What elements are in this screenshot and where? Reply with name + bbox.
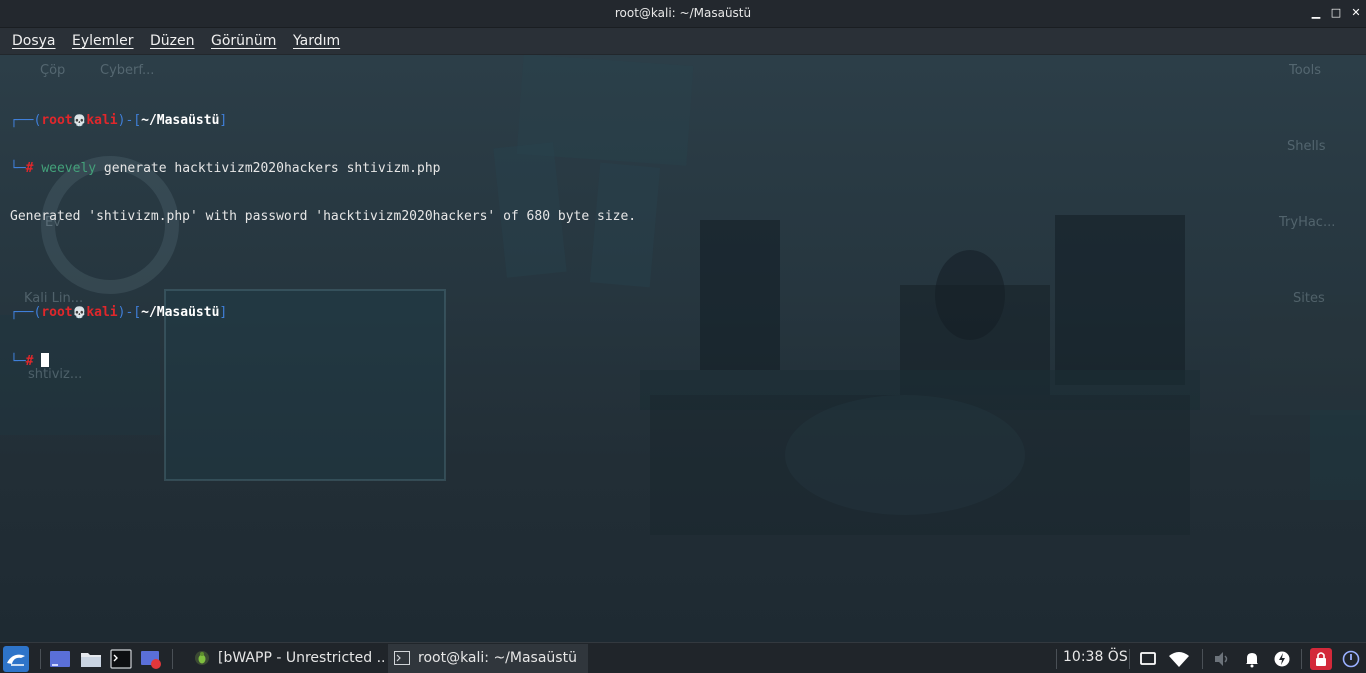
prompt-user: root [41,113,73,128]
bug-icon [195,651,209,665]
prompt-frame: └─ [10,354,26,369]
command-output: Generated 'shtivizm.php' with password '… [10,209,637,224]
kali-menu-icon[interactable] [3,646,29,672]
prompt-path: ~/Masaüstü [141,113,220,128]
text-cursor [41,353,50,367]
prompt-path: ~/Masaüstü [141,305,220,320]
command-args: generate hacktivizm2020hackers shtivizm.… [96,161,441,176]
menu-dosya[interactable]: Dosya [12,33,56,49]
volume-muted-icon[interactable] [1213,650,1231,668]
window-titlebar[interactable]: root@kali: ~/Masaüstü ▁ □ ✕ [0,0,1366,28]
desktop-icon-sites: Sites [1293,291,1325,306]
prompt-host: kali [86,113,118,128]
task-terminal[interactable]: root@kali: ~/Masaüstü [388,644,588,673]
skull-icon: 💀 [72,114,87,127]
taskbar-separator [1301,649,1302,669]
menu-bar: Dosya Eylemler Düzen Görünüm Yardım [0,28,1366,55]
logout-icon[interactable] [1342,650,1360,668]
desktop-icon-cyberf: Cyberf... [100,63,155,78]
taskbar-separator [1056,649,1057,669]
prompt-user: root [41,305,73,320]
menu-duzen[interactable]: Düzen [150,33,195,49]
prompt-frame: ] [219,305,228,320]
command-line: └─# weevely generate hacktivizm2020hacke… [10,161,636,177]
bell-icon[interactable] [1243,650,1261,668]
prompt-line-1: ┌──(root💀kali)-[~/Masaüstü] [10,113,636,129]
prompt-frame: ┌──( [10,113,42,128]
terminal-area[interactable]: Çöp Cyberf... Ev Kali Lin... shtiviz... … [0,55,1366,642]
prompt-frame: └─ [10,161,26,176]
taskbar-separator [172,649,173,669]
prompt-frame: ] [219,113,228,128]
skull-icon: 💀 [72,306,87,319]
taskbar: [bWAPP - Unrestricted ... root@kali: ~/M… [0,642,1366,673]
input-line[interactable]: └─# [10,353,636,369]
terminal-icon [394,651,410,665]
terminal-launcher-icon[interactable] [110,648,132,670]
prompt-line-2: ┌──(root💀kali)-[~/Masaüstü] [10,305,636,321]
prompt-frame: )-[ [117,305,142,320]
menu-yardim[interactable]: Yardım [293,33,340,49]
wifi-icon[interactable] [1168,650,1190,668]
screen-recorder-icon[interactable] [140,648,162,670]
show-desktop-icon[interactable] [49,648,71,670]
close-button[interactable]: ✕ [1349,6,1363,20]
clock[interactable]: 10:38 ÖS [1063,649,1128,665]
prompt-hash: # [25,161,34,176]
maximize-button[interactable]: □ [1329,6,1343,20]
desktop-icon-tryhac: TryHac... [1279,215,1336,230]
prompt-host: kali [86,305,118,320]
taskbar-separator [1129,649,1130,669]
desktop-icon-trash: Çöp [40,63,66,78]
command-name: weevely [41,161,97,176]
taskbar-separator [1202,649,1203,669]
minimize-button[interactable]: ▁ [1309,6,1323,20]
prompt-frame: ┌──( [10,305,42,320]
task-bwapp[interactable]: [bWAPP - Unrestricted ... [188,644,386,673]
prompt-hash: # [25,354,34,369]
notification-area-icon[interactable] [1139,650,1157,668]
task-label: [bWAPP - Unrestricted ... [218,650,386,666]
terminal-output[interactable]: ┌──(root💀kali)-[~/Masaüstü] └─# weevely … [10,81,636,401]
task-label: root@kali: ~/Masaüstü [418,650,577,666]
desktop-icon-shells: Shells [1287,139,1326,154]
menu-gorunum[interactable]: Görünüm [211,33,276,49]
file-manager-icon[interactable] [80,648,102,670]
taskbar-separator [40,649,41,669]
power-manager-icon[interactable] [1273,650,1291,668]
window-title: root@kali: ~/Masaüstü [614,6,752,20]
lock-screen-icon[interactable] [1310,648,1332,670]
prompt-frame: )-[ [117,113,142,128]
desktop-icon-tools: Tools [1289,63,1322,78]
menu-eylemler[interactable]: Eylemler [72,33,134,49]
